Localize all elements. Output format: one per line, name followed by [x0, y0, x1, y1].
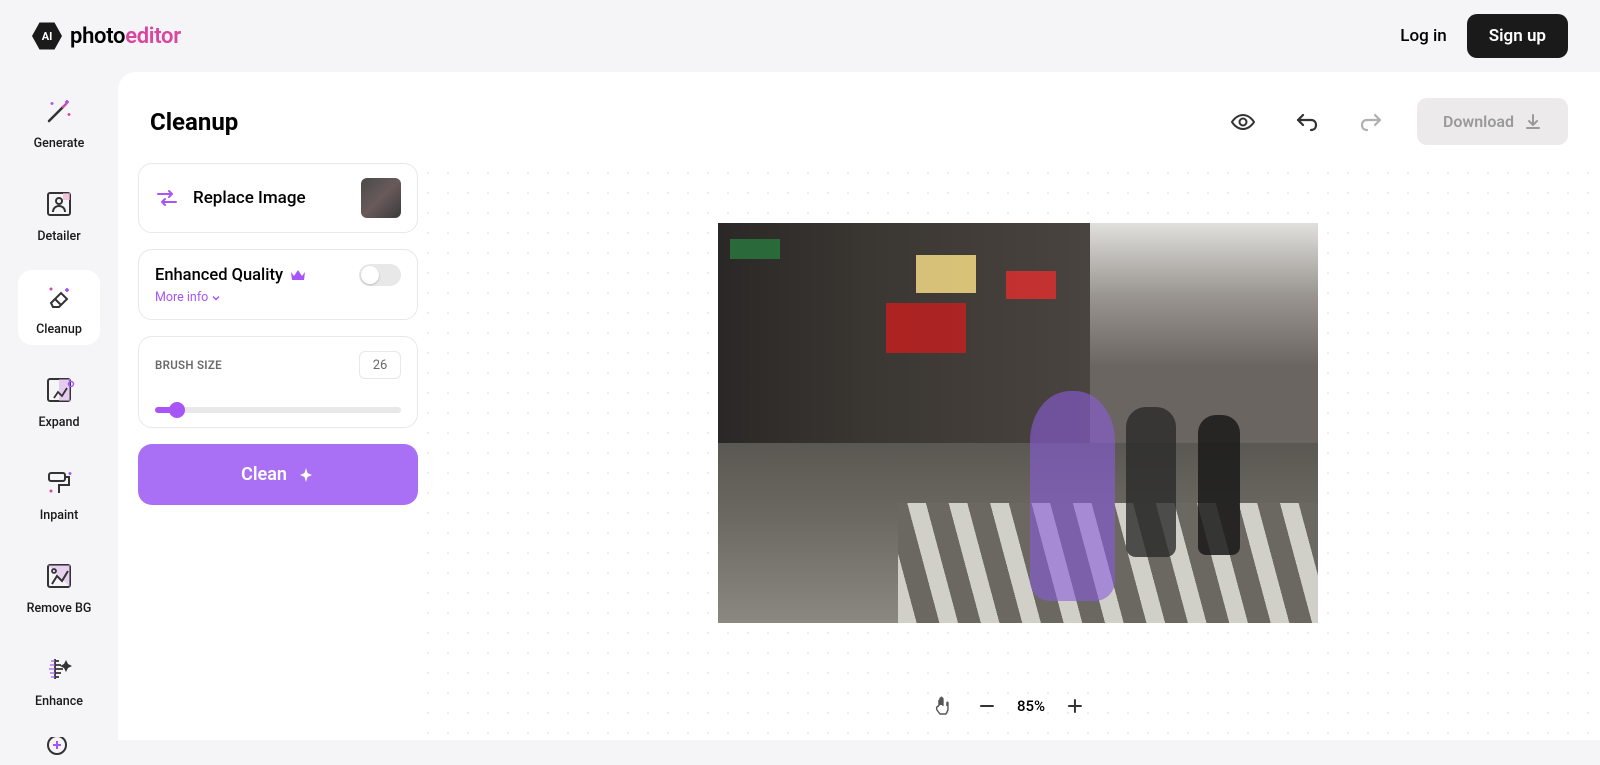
tool-sidebar: Generate Detailer Cleanup Expand Inpaint: [0, 72, 118, 740]
nav-label: Inpaint: [40, 508, 79, 523]
enhanced-quality-toggle[interactable]: [359, 264, 401, 286]
edited-image[interactable]: [718, 223, 1318, 623]
remove-bg-icon: [40, 557, 78, 595]
download-label: Download: [1443, 112, 1514, 131]
sidebar-item-more[interactable]: [18, 729, 100, 765]
brush-size-value[interactable]: 26: [359, 351, 401, 379]
brush-size-label: BRUSH SIZE: [155, 358, 222, 372]
zoom-plus-icon: [40, 737, 78, 757]
crown-icon: [289, 266, 307, 284]
eraser-sparkle-icon: [40, 278, 78, 316]
replace-label: Replace Image: [193, 188, 306, 208]
sidebar-item-enhance[interactable]: Enhance: [18, 642, 100, 717]
slider-thumb[interactable]: [169, 402, 185, 418]
sidebar-item-inpaint[interactable]: Inpaint: [18, 456, 100, 531]
nav-label: Generate: [34, 136, 85, 151]
header-actions: Log in Sign up: [1400, 14, 1568, 58]
plus-icon: [1066, 697, 1084, 715]
sidebar-item-expand[interactable]: Expand: [18, 363, 100, 438]
content-area: Cleanup Download: [118, 72, 1600, 740]
undo-icon: [1295, 110, 1319, 134]
content-topbar: Cleanup Download: [118, 72, 1600, 163]
zoom-controls: 85%: [929, 692, 1089, 720]
logo-badge-icon: AI: [32, 21, 62, 51]
canvas-area[interactable]: 85%: [418, 163, 1600, 740]
nav-label: Detailer: [37, 229, 80, 244]
pan-button[interactable]: [929, 692, 957, 720]
download-button[interactable]: Download: [1417, 98, 1568, 145]
zoom-out-button[interactable]: [973, 692, 1001, 720]
nav-label: Expand: [38, 415, 79, 430]
person-frame-icon: [40, 185, 78, 223]
brush-size-card: BRUSH SIZE 26: [138, 336, 418, 428]
main-layout: Generate Detailer Cleanup Expand Inpaint: [0, 72, 1600, 740]
replace-image-button[interactable]: Replace Image: [138, 163, 418, 233]
preview-button[interactable]: [1225, 104, 1261, 140]
sidebar-item-cleanup[interactable]: Cleanup: [18, 270, 100, 345]
brush-size-slider[interactable]: [155, 407, 401, 413]
enhanced-quality-card: Enhanced Quality More info: [138, 249, 418, 320]
brush-mask-overlay: [1030, 391, 1115, 601]
clean-label: Clean: [241, 464, 287, 485]
redo-icon: [1359, 110, 1383, 134]
nav-label: Enhance: [35, 694, 83, 709]
paint-roller-icon: [40, 464, 78, 502]
wand-sparkle-icon: [40, 92, 78, 130]
enhance-sparkle-icon: [40, 650, 78, 688]
image-thumbnail: [361, 178, 401, 218]
logo[interactable]: AI photoeditor: [32, 21, 181, 51]
hand-icon: [932, 695, 954, 717]
page-title: Cleanup: [150, 108, 238, 136]
sidebar-item-detailer[interactable]: Detailer: [18, 177, 100, 252]
sidebar-item-removebg[interactable]: Remove BG: [18, 549, 100, 624]
minus-icon: [978, 697, 996, 715]
eye-icon: [1230, 109, 1256, 135]
nav-label: Cleanup: [36, 322, 82, 337]
login-button[interactable]: Log in: [1400, 26, 1446, 46]
enhanced-quality-label: Enhanced Quality: [155, 266, 283, 285]
top-actions: Download: [1225, 98, 1568, 145]
settings-panel: Replace Image Enhanced Quality More info: [118, 163, 418, 740]
sidebar-item-generate[interactable]: Generate: [18, 84, 100, 159]
more-info-link[interactable]: More info: [155, 290, 401, 305]
undo-button[interactable]: [1289, 104, 1325, 140]
zoom-value: 85%: [1017, 697, 1045, 715]
download-icon: [1524, 113, 1542, 131]
app-header: AI photoeditor Log in Sign up: [0, 0, 1600, 72]
chevron-down-icon: [211, 293, 221, 303]
sparkle-icon: [297, 466, 315, 484]
clean-button[interactable]: Clean: [138, 444, 418, 505]
swap-icon: [155, 186, 179, 210]
signup-button[interactable]: Sign up: [1467, 14, 1568, 58]
nav-label: Remove BG: [27, 601, 92, 616]
logo-text: photoeditor: [70, 24, 181, 49]
expand-frame-icon: [40, 371, 78, 409]
logo-badge-text: AI: [42, 30, 53, 43]
workspace: Replace Image Enhanced Quality More info: [118, 163, 1600, 740]
redo-button[interactable]: [1353, 104, 1389, 140]
zoom-in-button[interactable]: [1061, 692, 1089, 720]
